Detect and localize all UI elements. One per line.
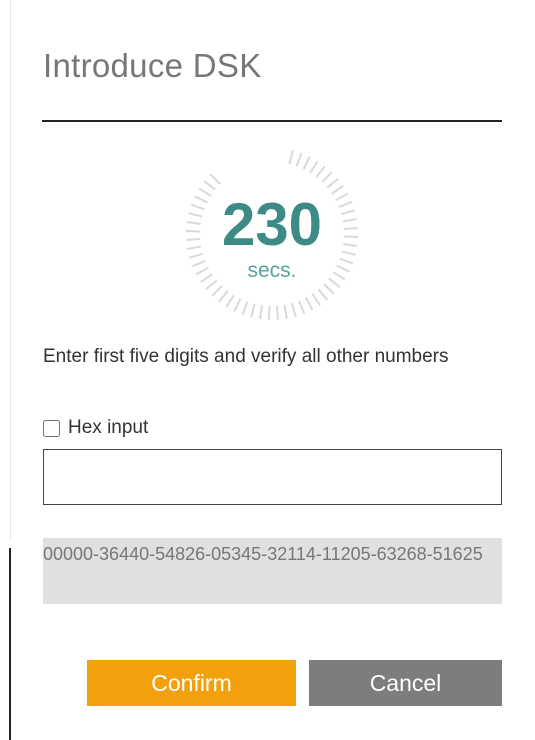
timer-tick — [309, 160, 319, 174]
timer-value: 230 — [221, 191, 323, 258]
timer-tick — [241, 301, 249, 316]
timer-tick — [211, 285, 223, 297]
timer-tick — [331, 185, 344, 195]
timer-tick — [304, 297, 314, 311]
timer-tick — [259, 305, 263, 320]
dsk-instructions: Enter first five digits and verify all o… — [43, 346, 449, 367]
timer-tick — [321, 171, 333, 183]
timer-tick — [295, 152, 303, 167]
dsk-readout: 00000-36440-54826-05345-32114-11205-6326… — [43, 538, 502, 604]
timer-tick — [326, 177, 339, 189]
timer-tick — [203, 180, 216, 191]
dialog-left-edge-dark — [9, 548, 11, 740]
timer-tick — [302, 156, 311, 170]
timer-tick — [209, 173, 221, 185]
hex-input-label[interactable]: Hex input — [68, 417, 148, 439]
timer-tick — [290, 302, 297, 317]
dsk-input-field[interactable] — [43, 449, 502, 505]
hex-input-option[interactable]: Hex input — [43, 415, 148, 441]
timer-tick — [317, 288, 329, 301]
timer-tick — [250, 303, 256, 318]
timer-tick — [311, 293, 321, 306]
timer-tick — [288, 150, 294, 165]
title-divider — [42, 120, 502, 122]
timer-tick — [323, 283, 335, 295]
timer-tick — [315, 165, 326, 178]
timer-unit: secs. — [247, 259, 297, 282]
timer-tick — [233, 298, 242, 312]
hex-input-checkbox[interactable] — [43, 419, 60, 437]
timer-tick — [276, 305, 279, 320]
timer-tick — [218, 290, 229, 303]
timer-tick — [298, 300, 306, 315]
timer-tick — [283, 304, 288, 319]
timer-tick — [225, 294, 235, 308]
cancel-button[interactable]: Cancel — [309, 660, 502, 706]
dialog-left-edge — [10, 0, 11, 540]
dialog-title: Introduce DSK — [43, 47, 262, 84]
countdown-timer: 230 secs. — [172, 148, 372, 338]
confirm-button[interactable]: Confirm — [87, 660, 296, 706]
